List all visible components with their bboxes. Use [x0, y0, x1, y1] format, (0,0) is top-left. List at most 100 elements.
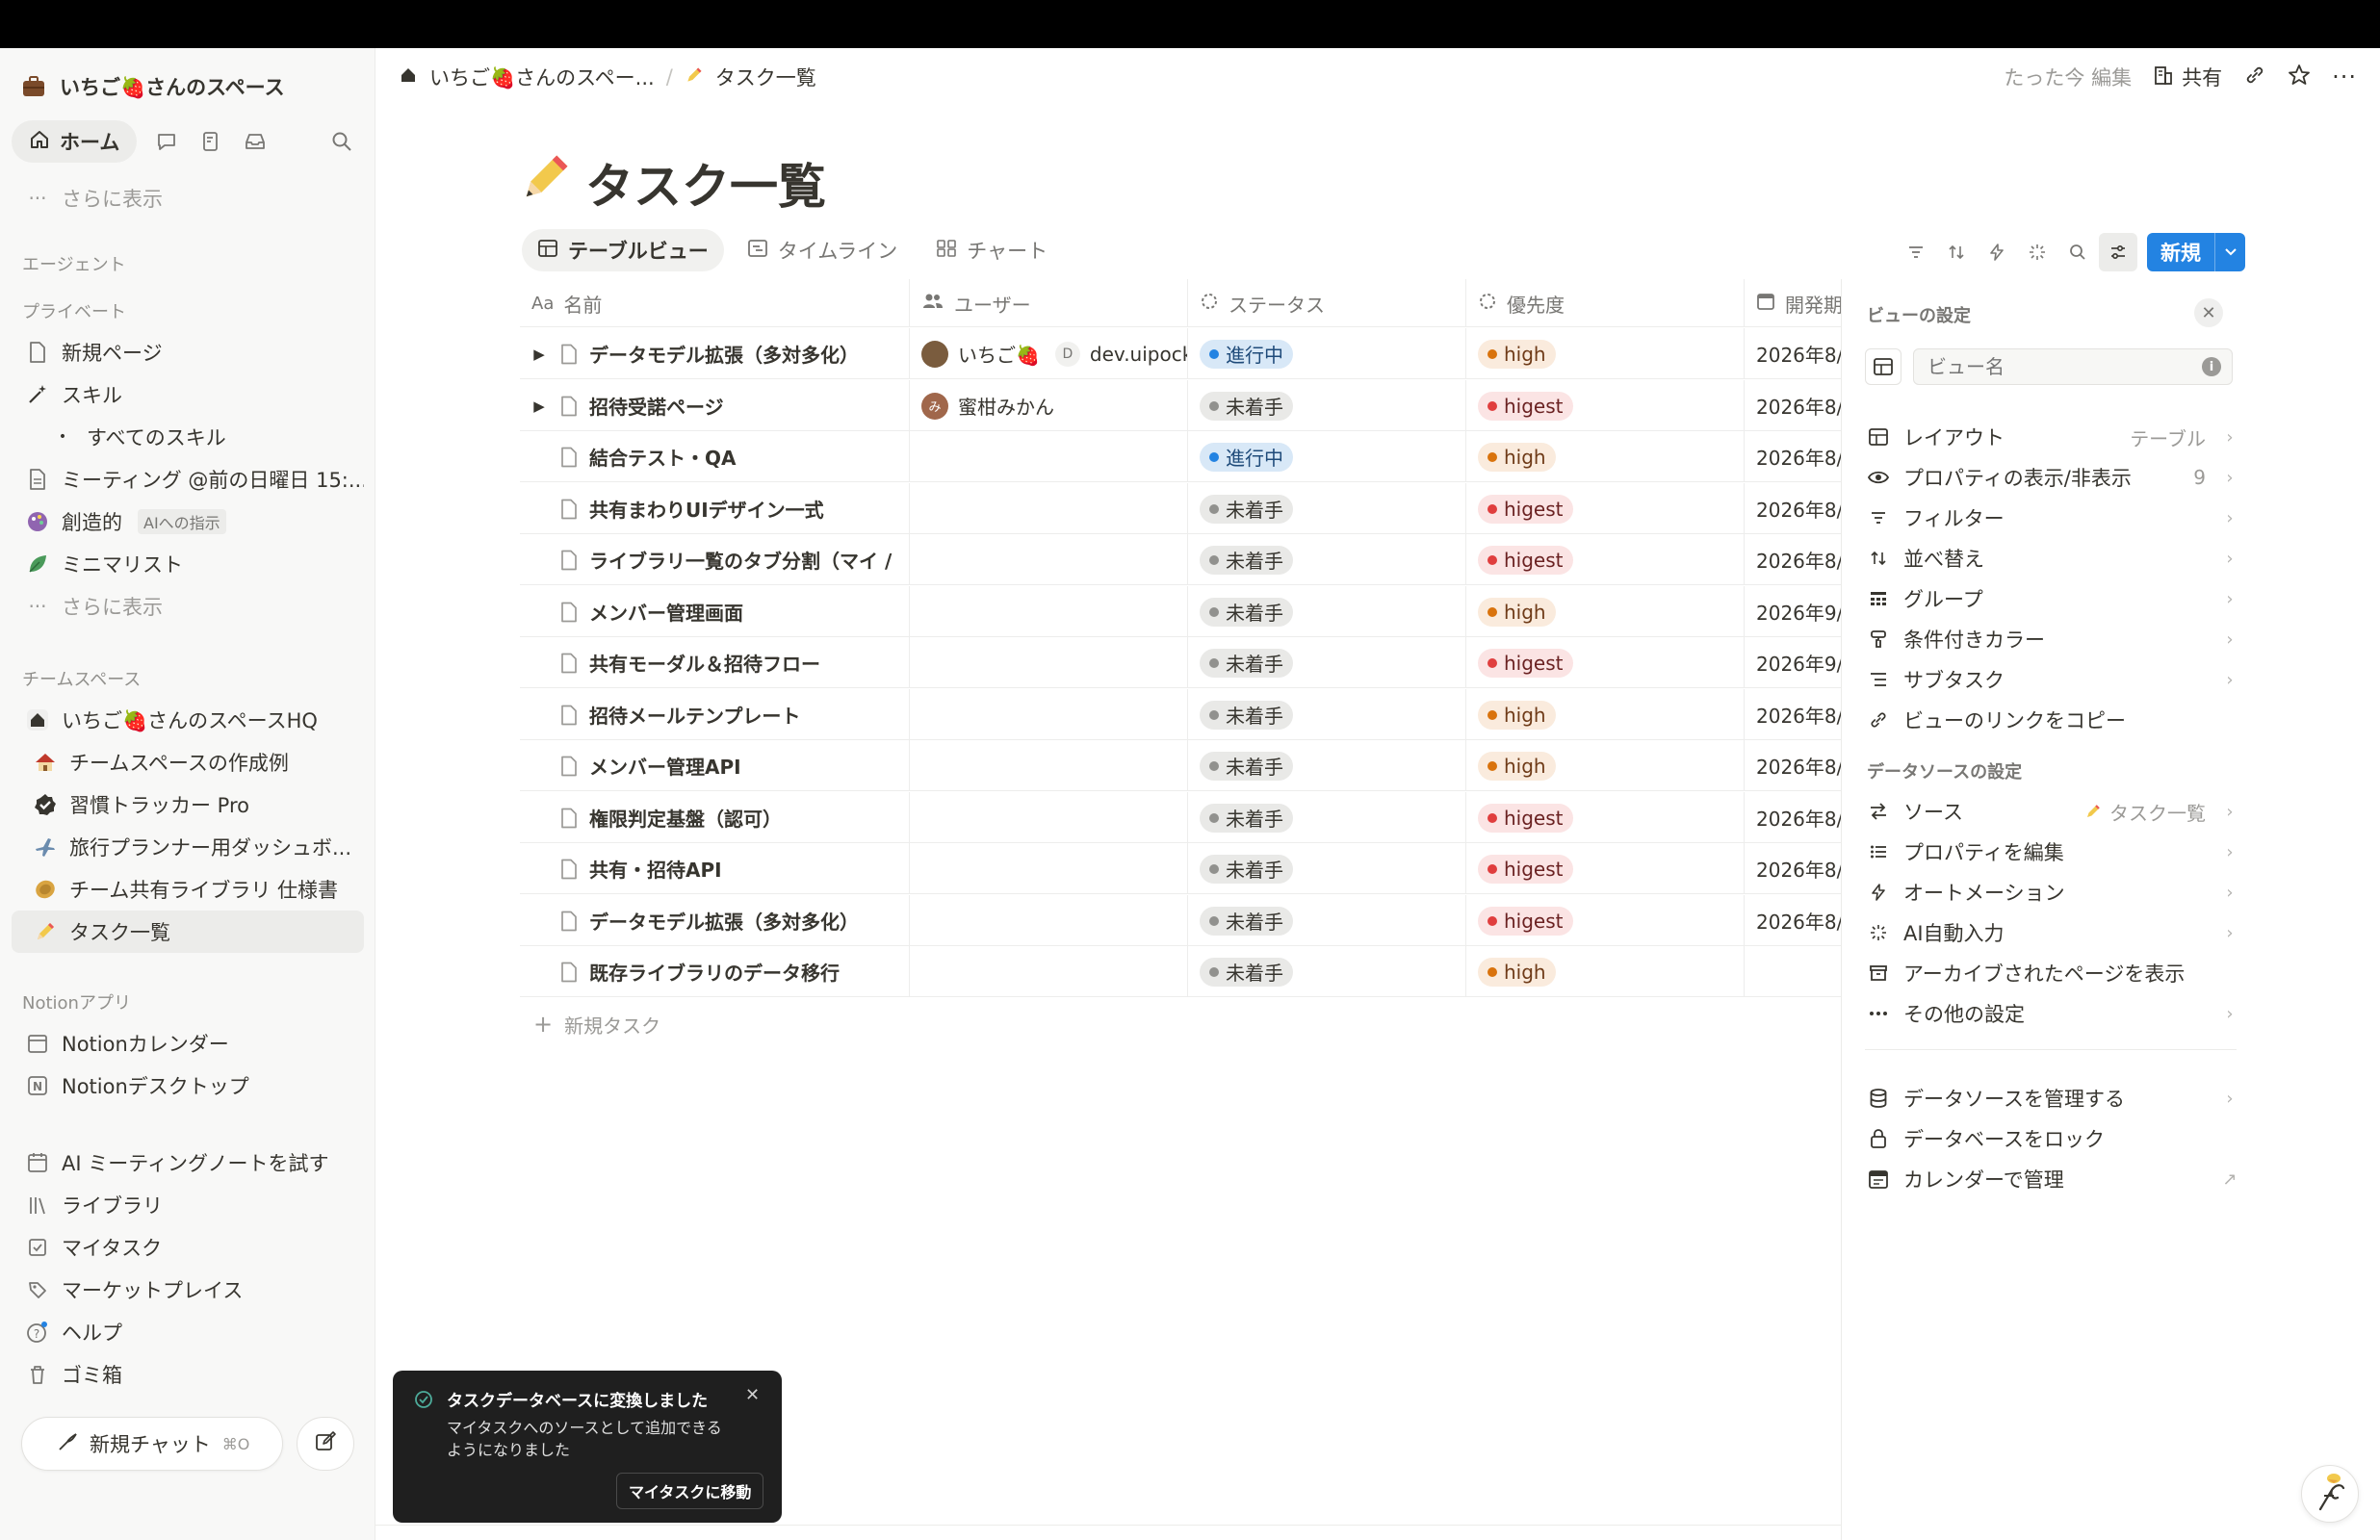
page-title-icon[interactable] [520, 151, 572, 215]
cell-name[interactable]: 権限判定基盤（認可） [520, 792, 910, 843]
cell-priority[interactable]: higest [1466, 483, 1745, 534]
table-icon[interactable] [1865, 348, 1901, 385]
cell-status[interactable]: 未着手 [1188, 946, 1466, 997]
panel-item-dots[interactable]: その他の設定 › [1855, 993, 2240, 1034]
view-settings-icon[interactable] [2099, 233, 2137, 271]
sidebar-item-minimalist[interactable]: ミニマリスト [12, 543, 364, 585]
expand-triangle-icon[interactable]: ▶ [530, 398, 549, 415]
table-row[interactable]: メンバー管理API 未着手 high 2026年8/ [520, 740, 1841, 791]
column-priority[interactable]: 優先度 [1466, 279, 1745, 327]
column-user[interactable]: ユーザー [910, 279, 1188, 327]
panel-item-list[interactable]: プロパティを編集 › [1855, 832, 2240, 872]
cell-user[interactable] [910, 689, 1188, 740]
cell-user[interactable] [910, 843, 1188, 894]
cell-priority[interactable]: high [1466, 431, 1745, 482]
chevron-down-icon[interactable] [2214, 233, 2245, 271]
table-row[interactable]: 招待メールテンプレート 未着手 high 2026年8/ [520, 689, 1841, 740]
cell-status[interactable]: 未着手 [1188, 586, 1466, 637]
panel-item-calendar[interactable]: カレンダーで管理 ↗ [1855, 1159, 2240, 1199]
cell-user[interactable] [910, 740, 1188, 791]
expand-triangle-icon[interactable]: ▶ [530, 346, 549, 363]
tab-chart[interactable]: チャート [920, 229, 1063, 271]
sidebar-item-ai-meeting[interactable]: AI ミーティングノートを試す [12, 1142, 364, 1184]
panel-item-subtask[interactable]: サブタスク › [1855, 659, 2240, 700]
cell-priority[interactable]: higest [1466, 534, 1745, 585]
sidebar-item-library[interactable]: ライブラリ [12, 1184, 364, 1226]
cell-dev-period[interactable]: 2026年8/ [1745, 483, 1841, 534]
cell-status[interactable]: 未着手 [1188, 895, 1466, 946]
sidebar-item-task-list[interactable]: タスク一覧 [12, 911, 364, 953]
cell-dev-period[interactable]: 2026年8/ [1745, 740, 1841, 791]
sidebar-item-creative[interactable]: 創造的 AIへの指示 [12, 500, 364, 543]
cell-dev-period[interactable]: 2026年8/ [1745, 792, 1841, 843]
sidebar-item-help[interactable]: ? ヘルプ [12, 1311, 364, 1353]
cell-user[interactable] [910, 534, 1188, 585]
panel-item-paint[interactable]: 条件付きカラー › [1855, 619, 2240, 659]
sidebar-item-habit[interactable]: 習慣トラッカー Pro [12, 783, 364, 826]
cell-name[interactable]: データモデル拡張（多対多化） [520, 895, 910, 946]
chat-icon[interactable] [144, 120, 189, 163]
table-row[interactable]: 既存ライブラリのデータ移行 未着手 high [520, 946, 1841, 997]
table-row[interactable]: メンバー管理画面 未着手 high 2026年9/ [520, 586, 1841, 637]
cell-status[interactable]: 未着手 [1188, 689, 1466, 740]
table-row[interactable]: 権限判定基盤（認可） 未着手 higest 2026年8/ [520, 792, 1841, 843]
new-chat-button[interactable]: 新規チャット ⌘O [21, 1417, 283, 1471]
tab-timeline[interactable]: タイムライン [732, 229, 914, 271]
panel-item-sparkle[interactable]: AI自動入力 › [1855, 912, 2240, 953]
cell-name[interactable]: 結合テスト・QA [520, 431, 910, 482]
sidebar-item-team-example[interactable]: チームスペースの作成例 [12, 741, 364, 783]
cell-user[interactable] [910, 431, 1188, 482]
panel-item-source[interactable]: ソース タスク一覧 › [1855, 791, 2240, 832]
cell-user[interactable]: いちご🍓 Ddev.uipocke [910, 328, 1188, 379]
panel-item-eye[interactable]: プロパティの表示/非表示 9 › [1855, 457, 2240, 498]
cell-dev-period[interactable]: 2026年8/ [1745, 431, 1841, 482]
cell-status[interactable]: 未着手 [1188, 534, 1466, 585]
table-row[interactable]: ▶ 招待受諾ページ み蜜柑みかん 未着手 higest 2026年8/ [520, 380, 1841, 431]
share-button[interactable]: 共有 [2153, 63, 2222, 91]
panel-item-group[interactable]: グループ › [1855, 578, 2240, 619]
cell-name[interactable]: ▶ 招待受諾ページ [520, 380, 910, 431]
cell-dev-period[interactable]: 2026年9/ [1745, 637, 1841, 688]
cell-priority[interactable]: high [1466, 740, 1745, 791]
panel-item-archive[interactable]: アーカイブされたページを表示 [1855, 953, 2240, 993]
cell-status[interactable]: 未着手 [1188, 483, 1466, 534]
sidebar-item-my-tasks[interactable]: マイタスク [12, 1226, 364, 1269]
bolt-icon[interactable] [1978, 233, 2016, 271]
column-status[interactable]: ステータス [1188, 279, 1466, 327]
table-row[interactable]: ▶ データモデル拡張（多対多化） いちご🍓 Ddev.uipocke 進行中 high 20… [520, 328, 1841, 379]
column-name[interactable]: Aa 名前 [520, 279, 910, 327]
sidebar-item-skills[interactable]: スキル [12, 373, 364, 416]
table-row[interactable]: ライブラリ一覧のタブ分割（マイ / 未着手 higest 2026年8/ [520, 534, 1841, 585]
cell-priority[interactable]: higest [1466, 792, 1745, 843]
workspace-switcher[interactable]: いちご🍓さんのスペース [21, 64, 285, 110]
cell-status[interactable]: 未着手 [1188, 380, 1466, 431]
cell-user[interactable] [910, 483, 1188, 534]
cell-dev-period[interactable]: 2026年8/ [1745, 328, 1841, 379]
panel-item-lock[interactable]: データベースをロック [1855, 1118, 2240, 1159]
add-task-button[interactable]: + 新規タスク [520, 1000, 1001, 1048]
column-dev-period[interactable]: 開発期 [1745, 279, 1841, 327]
cell-status[interactable]: 進行中 [1188, 328, 1466, 379]
cell-priority[interactable]: high [1466, 328, 1745, 379]
page-title[interactable]: タスク一覧 [520, 149, 826, 217]
sidebar-item-meeting[interactable]: ミーティング @前の日曜日 15:... [12, 458, 364, 500]
link-icon[interactable] [2243, 64, 2266, 91]
cell-status[interactable]: 未着手 [1188, 843, 1466, 894]
cell-name[interactable]: ライブラリ一覧のタブ分割（マイ / [520, 534, 910, 585]
cell-name[interactable]: メンバー管理画面 [520, 586, 910, 637]
cell-name[interactable]: ▶ データモデル拡張（多対多化） [520, 328, 910, 379]
search-icon[interactable] [320, 120, 364, 163]
inbox-icon[interactable] [233, 120, 277, 163]
table-row[interactable]: 共有・招待API 未着手 higest 2026年8/ [520, 843, 1841, 894]
breadcrumb-page[interactable]: タスク一覧 [715, 63, 816, 91]
cell-dev-period[interactable]: 2026年8/ [1745, 380, 1841, 431]
sidebar-item-new-page[interactable]: 新規ページ [12, 331, 364, 373]
panel-item-filter[interactable]: フィルター › [1855, 498, 2240, 538]
cell-status[interactable]: 未着手 [1188, 792, 1466, 843]
cell-name[interactable]: 共有モーダル＆招待フロー [520, 637, 910, 688]
tab-table-view[interactable]: テーブルビュー [522, 229, 724, 271]
cell-dev-period[interactable]: 2026年8/ [1745, 534, 1841, 585]
cell-status[interactable]: 未着手 [1188, 740, 1466, 791]
cell-dev-period[interactable] [1745, 946, 1841, 997]
compose-button[interactable] [297, 1417, 354, 1471]
